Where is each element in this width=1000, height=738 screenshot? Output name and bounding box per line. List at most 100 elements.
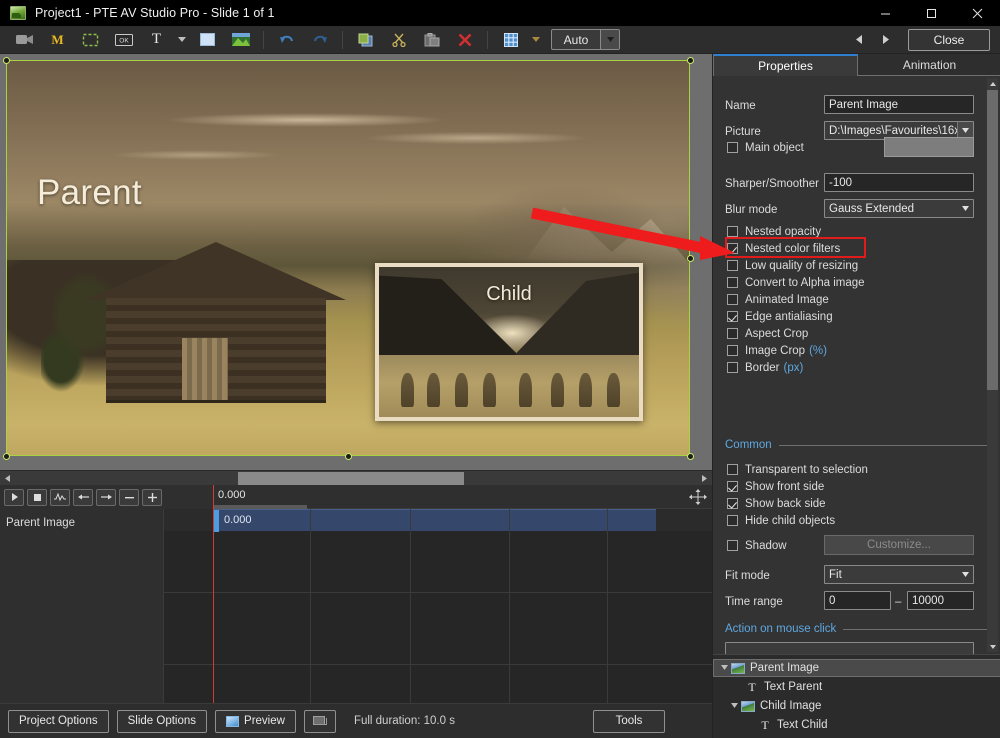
- checkbox-box[interactable]: [727, 277, 738, 288]
- zoom-level-combo[interactable]: Auto: [551, 29, 620, 50]
- resize-handle-bl[interactable]: [3, 453, 10, 460]
- timeline-track-header[interactable]: Parent Image: [0, 509, 164, 703]
- hide-child-objects-checkbox[interactable]: Hide child objects: [727, 512, 835, 529]
- show-front-side-checkbox[interactable]: Show front side: [727, 478, 824, 495]
- chevron-down-icon[interactable]: [600, 30, 619, 49]
- move-cross-icon[interactable]: [688, 488, 708, 506]
- shadow-checkbox[interactable]: Shadow: [727, 537, 787, 554]
- border-checkbox[interactable]: Border (px): [727, 359, 803, 376]
- fullscreen-preview-icon[interactable]: [303, 709, 336, 733]
- checkbox-box[interactable]: [727, 481, 738, 492]
- chevron-down-icon[interactable]: [957, 200, 973, 217]
- checkbox-box[interactable]: [727, 515, 738, 526]
- checkbox-box[interactable]: [727, 362, 738, 373]
- mask-m-icon[interactable]: M: [42, 28, 73, 52]
- frame-icon[interactable]: [75, 28, 106, 52]
- show-back-side-checkbox[interactable]: Show back side: [727, 495, 826, 512]
- action-on-click-combo[interactable]: [725, 642, 974, 654]
- main-object-color-swatch[interactable]: [884, 137, 974, 157]
- next-slide-button[interactable]: [872, 29, 898, 51]
- blur-mode-combo[interactable]: Gauss Extended: [824, 199, 974, 218]
- main-object-checkbox[interactable]: Main object: [727, 139, 804, 156]
- add-image-icon[interactable]: [225, 28, 256, 52]
- fit-mode-combo[interactable]: Fit: [824, 565, 974, 584]
- minimize-button[interactable]: [862, 0, 908, 26]
- copy-icon[interactable]: [350, 28, 381, 52]
- checkbox-box[interactable]: [727, 142, 738, 153]
- nested-color-filters-checkbox[interactable]: Nested color filters: [727, 240, 840, 257]
- next-keyframe-button[interactable]: [96, 488, 116, 506]
- prev-keyframe-button[interactable]: [73, 488, 93, 506]
- time-range-to-input[interactable]: 10000: [907, 591, 974, 610]
- tab-properties[interactable]: Properties: [713, 54, 858, 76]
- text-dropdown-icon[interactable]: [174, 28, 190, 52]
- tree-node-text-parent[interactable]: T Text Parent: [713, 678, 1000, 696]
- slide-options-button[interactable]: Slide Options: [116, 709, 208, 733]
- checkbox-box[interactable]: [727, 345, 738, 356]
- checkbox-box[interactable]: [727, 540, 738, 551]
- properties-scroll-thumb[interactable]: [987, 90, 998, 390]
- waveform-button[interactable]: [50, 488, 70, 506]
- canvas-hscroll-thumb[interactable]: [238, 472, 464, 485]
- resize-handle-tr[interactable]: [687, 57, 694, 64]
- close-window-button[interactable]: [954, 0, 1000, 26]
- project-options-button[interactable]: Project Options: [8, 709, 109, 733]
- aspect-crop-checkbox[interactable]: Aspect Crop: [727, 325, 808, 342]
- grid-icon[interactable]: [495, 28, 526, 52]
- checkbox-box[interactable]: [727, 294, 738, 305]
- preview-button[interactable]: Preview: [215, 709, 296, 733]
- undo-icon[interactable]: [271, 28, 302, 52]
- tree-node-parent-image[interactable]: Parent Image: [713, 659, 1000, 677]
- chevron-down-icon[interactable]: [718, 664, 731, 672]
- transparent-to-selection-checkbox[interactable]: Transparent to selection: [727, 461, 868, 478]
- tools-button[interactable]: Tools: [593, 709, 665, 733]
- customize-shadow-button[interactable]: Customize...: [824, 535, 974, 555]
- checkbox-box[interactable]: [727, 328, 738, 339]
- checkbox-box[interactable]: [727, 243, 738, 254]
- cut-icon[interactable]: [383, 28, 414, 52]
- prev-slide-button[interactable]: [846, 29, 872, 51]
- nested-opacity-checkbox[interactable]: Nested opacity: [727, 223, 821, 240]
- convert-alpha-checkbox[interactable]: Convert to Alpha image: [727, 274, 865, 291]
- slide-preview-canvas[interactable]: Parent Child: [0, 54, 712, 470]
- tree-node-text-child[interactable]: T Text Child: [713, 716, 1000, 734]
- time-range-from-input[interactable]: 0: [824, 591, 891, 610]
- child-image[interactable]: Child: [375, 263, 643, 421]
- text-child-object[interactable]: Child: [379, 283, 639, 306]
- maximize-button[interactable]: [908, 0, 954, 26]
- timeline-clip[interactable]: 0.000: [213, 509, 656, 532]
- checkbox-box[interactable]: [727, 311, 738, 322]
- scroll-down-icon[interactable]: [987, 641, 998, 652]
- edge-antialiasing-checkbox[interactable]: Edge antialiasing: [727, 308, 833, 325]
- redo-icon[interactable]: [304, 28, 335, 52]
- resize-handle-rc[interactable]: [687, 255, 694, 262]
- scroll-right-icon[interactable]: [697, 471, 711, 485]
- video-camera-icon[interactable]: [9, 28, 40, 52]
- scroll-up-icon[interactable]: [987, 78, 998, 89]
- canvas-horizontal-scrollbar[interactable]: [0, 470, 712, 485]
- scroll-left-icon[interactable]: [0, 471, 14, 485]
- checkbox-box[interactable]: [727, 464, 738, 475]
- delete-icon[interactable]: [449, 28, 480, 52]
- low-quality-resizing-checkbox[interactable]: Low quality of resizing: [727, 257, 858, 274]
- tree-node-child-image[interactable]: Child Image: [713, 697, 1000, 715]
- animated-image-checkbox[interactable]: Animated Image: [727, 291, 829, 308]
- timeline-track-row[interactable]: 0.000: [164, 505, 712, 532]
- checkbox-box[interactable]: [727, 226, 738, 237]
- checkbox-box[interactable]: [727, 260, 738, 271]
- close-editor-button[interactable]: Close: [908, 28, 990, 51]
- text-tool-icon[interactable]: T: [141, 28, 172, 52]
- properties-scrollbar[interactable]: [987, 78, 998, 652]
- image-crop-checkbox[interactable]: Image Crop (%): [727, 342, 827, 359]
- chevron-down-icon[interactable]: [728, 702, 741, 710]
- play-button[interactable]: [4, 488, 24, 506]
- tab-animation[interactable]: Animation: [858, 54, 1000, 76]
- zoom-in-button[interactable]: [142, 488, 162, 506]
- chevron-down-icon[interactable]: [957, 566, 973, 583]
- grid-dropdown-icon[interactable]: [528, 28, 544, 52]
- name-input[interactable]: Parent Image: [824, 95, 974, 114]
- rectangle-object-icon[interactable]: [192, 28, 223, 52]
- resize-handle-br[interactable]: [687, 453, 694, 460]
- timeline-grid[interactable]: 0.000: [164, 505, 876, 703]
- zoom-out-button[interactable]: [119, 488, 139, 506]
